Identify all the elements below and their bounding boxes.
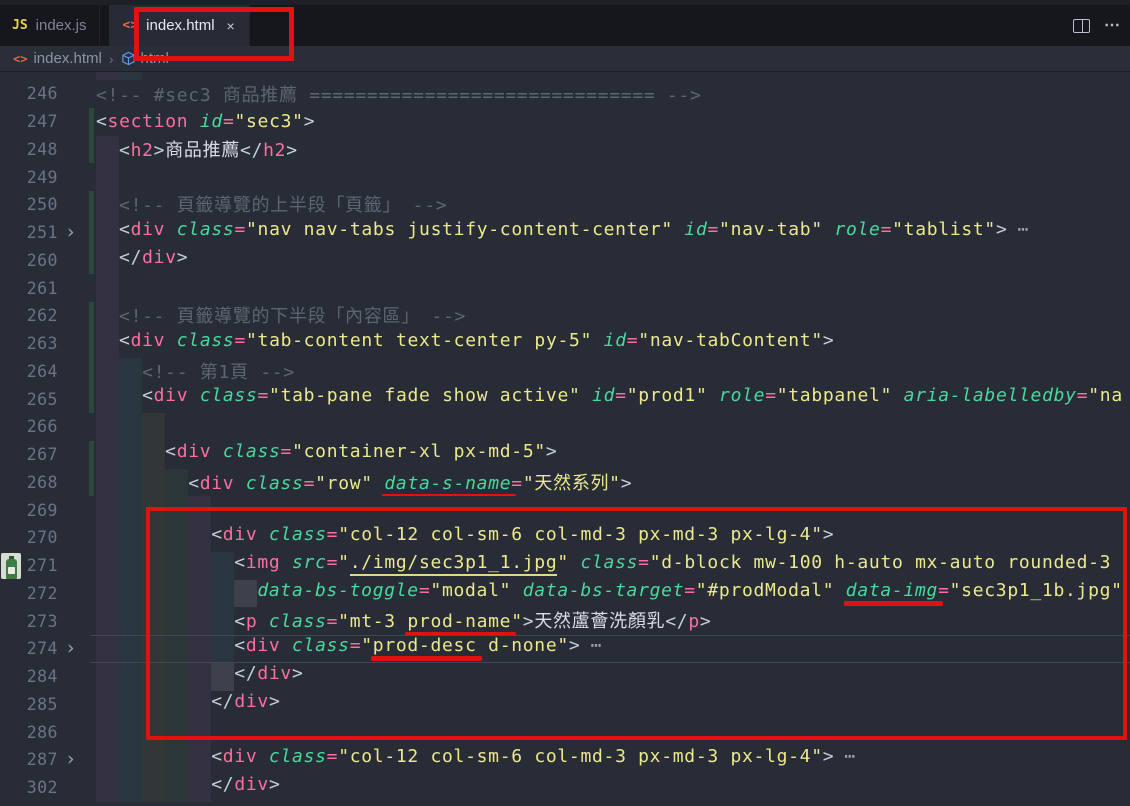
image-preview-thumbnail xyxy=(1,553,21,579)
editor-tab-bar: JS index.js <> index.html × ⋯ xyxy=(0,5,1130,46)
line-number: 302 xyxy=(0,778,58,797)
red-underlined-token: data-img xyxy=(846,580,938,601)
code-line-274[interactable]: 274›<div class="prod-desc d-none">⋯ xyxy=(0,635,1130,663)
code-line-272[interactable]: 272data-bs-toggle="modal" data-bs-target… xyxy=(0,580,1130,608)
git-gutter-indicator xyxy=(89,469,94,497)
code-line-302[interactable]: 302</div> xyxy=(0,774,1130,802)
git-gutter-indicator xyxy=(89,385,94,413)
js-file-icon: JS xyxy=(12,18,28,33)
line-number: 265 xyxy=(0,390,58,409)
line-number: 249 xyxy=(0,168,58,187)
git-gutter-indicator xyxy=(89,191,94,219)
code-line-269[interactable]: 269 xyxy=(0,496,1130,524)
fold-chevron-icon[interactable]: › xyxy=(58,223,84,242)
line-number: 273 xyxy=(0,612,58,631)
code-line-266[interactable]: 266 xyxy=(0,413,1130,441)
close-tab-icon[interactable]: × xyxy=(227,18,235,34)
line-number: 250 xyxy=(0,195,58,214)
git-gutter-indicator xyxy=(89,330,94,358)
code-line-287[interactable]: 287›<div class="col-12 col-sm-6 col-md-3… xyxy=(0,746,1130,774)
code-line-248[interactable]: 248<h2>商品推薦</h2> xyxy=(0,136,1130,164)
line-number: 286 xyxy=(0,723,58,742)
tab-label: index.html xyxy=(146,17,214,34)
breadcrumb-symbol-html[interactable]: html xyxy=(121,50,169,67)
html-file-icon: <> xyxy=(123,18,139,33)
html-file-icon: <> xyxy=(13,52,27,66)
code-line-268[interactable]: 268<div class="row" data-s-name="天然系列"> xyxy=(0,469,1130,497)
code-line-246[interactable]: 246<!-- #sec3 商品推薦 =====================… xyxy=(0,80,1130,108)
line-number: 263 xyxy=(0,334,58,353)
line-number: 261 xyxy=(0,279,58,298)
code-line-261[interactable]: 261 xyxy=(0,274,1130,302)
line-number: 266 xyxy=(0,417,58,436)
code-line-285[interactable]: 285</div> xyxy=(0,691,1130,719)
line-number: 262 xyxy=(0,306,58,325)
line-number: 247 xyxy=(0,112,58,131)
code-line-250[interactable]: 250<!-- 頁籤導覽的上半段「頁籤」 --> xyxy=(0,191,1130,219)
tab-label: index.js xyxy=(36,17,87,34)
file-link-token: ./img/sec3p1_1.jpg xyxy=(350,552,558,576)
git-gutter-indicator xyxy=(89,136,94,164)
red-underlined-token: data-s-name xyxy=(384,473,511,494)
code-line-264[interactable]: 264<!-- 第1頁 --> xyxy=(0,358,1130,386)
code-line-260[interactable]: 260</div> xyxy=(0,247,1130,275)
indent-highlight-block xyxy=(211,663,234,691)
line-number: 268 xyxy=(0,473,58,492)
indent-highlight-block xyxy=(234,580,257,608)
tab-index-html[interactable]: <> index.html × xyxy=(109,5,250,46)
code-line-267[interactable]: 267<div class="container-xl px-md-5"> xyxy=(0,441,1130,469)
code-line-251[interactable]: 251›<div class="nav nav-tabs justify-con… xyxy=(0,219,1130,247)
git-gutter-indicator xyxy=(89,441,94,469)
code-line-262[interactable]: 262<!-- 頁籤導覽的下半段「內容區」 --> xyxy=(0,302,1130,330)
git-gutter-indicator xyxy=(89,358,94,386)
cube-symbol-icon xyxy=(121,51,136,66)
red-underlined-token: prod-name xyxy=(407,611,511,632)
tab-index-js[interactable]: JS index.js xyxy=(0,5,100,46)
line-number: 287 xyxy=(0,750,58,769)
git-gutter-indicator xyxy=(89,302,94,330)
code-line-247[interactable]: 247<section id="sec3"> xyxy=(0,108,1130,136)
line-number: 248 xyxy=(0,140,58,159)
code-line-270[interactable]: 270<div class="col-12 col-sm-6 col-md-3 … xyxy=(0,524,1130,552)
line-number: 251 xyxy=(0,223,58,242)
line-number: 267 xyxy=(0,445,58,464)
chevron-right-icon: › xyxy=(109,51,114,67)
git-gutter-indicator xyxy=(89,247,94,275)
code-editor[interactable]: 245</div>246<!-- #sec3 商品推薦 ============… xyxy=(0,72,1130,806)
line-number: 274 xyxy=(0,639,58,658)
code-line-265[interactable]: 265<div class="tab-pane fade show active… xyxy=(0,385,1130,413)
more-actions-icon[interactable]: ⋯ xyxy=(1104,18,1122,34)
red-underlined-token: prod-desc xyxy=(373,635,477,656)
code-line-249[interactable]: 249 xyxy=(0,163,1130,191)
code-line-245[interactable]: 245</div> xyxy=(0,72,1130,80)
line-number: 285 xyxy=(0,695,58,714)
fold-chevron-icon[interactable]: › xyxy=(58,750,84,769)
split-editor-icon[interactable] xyxy=(1073,19,1090,33)
git-gutter-indicator xyxy=(89,219,94,247)
line-number: 245 xyxy=(0,72,58,75)
line-number: 270 xyxy=(0,528,58,547)
line-number: 269 xyxy=(0,501,58,520)
code-line-286[interactable]: 286 xyxy=(0,718,1130,746)
product-bottle-graphic xyxy=(6,559,17,579)
line-number: 272 xyxy=(0,584,58,603)
breadcrumb-file[interactable]: <> index.html xyxy=(13,50,102,67)
code-line-263[interactable]: 263<div class="tab-content text-center p… xyxy=(0,330,1130,358)
code-line-284[interactable]: 284</div> xyxy=(0,663,1130,691)
code-line-273[interactable]: 273<p class="mt-3 prod-name">天然蘆薈洗顏乳</p> xyxy=(0,607,1130,635)
code-line-271[interactable]: 271<img src="./img/sec3p1_1.jpg" class="… xyxy=(0,552,1130,580)
line-number: 246 xyxy=(0,84,58,103)
line-number: 264 xyxy=(0,362,58,381)
line-number: 260 xyxy=(0,251,58,270)
breadcrumb: <> index.html › html xyxy=(0,46,1130,72)
git-gutter-indicator xyxy=(89,108,94,136)
line-number: 284 xyxy=(0,667,58,686)
fold-chevron-icon[interactable]: › xyxy=(58,639,84,658)
